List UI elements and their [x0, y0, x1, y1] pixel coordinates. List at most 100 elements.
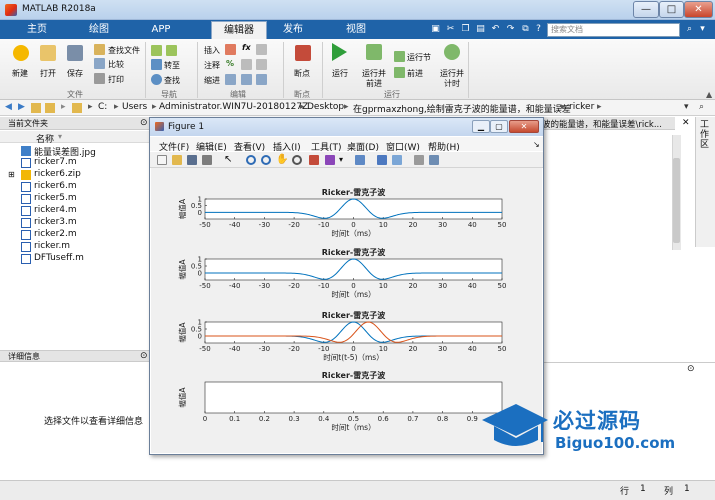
breadcrumb-user[interactable]: Administrator.WIN7U-20180127Z	[159, 102, 308, 112]
brush-icon[interactable]	[325, 155, 335, 165]
hide-plot-tools-icon[interactable]	[414, 155, 424, 165]
indent-button[interactable]: 缩进	[204, 75, 220, 86]
filter-icon[interactable]: ▾	[697, 23, 708, 35]
address-search-icon[interactable]: ⌕	[699, 102, 704, 112]
new-figure-icon[interactable]	[157, 155, 167, 165]
smart-indent-icon[interactable]	[225, 74, 236, 85]
breadcrumb-drive[interactable]: C:	[98, 102, 107, 112]
file-row[interactable]: ricker.m	[0, 241, 150, 253]
run-section-button[interactable]: 运行节	[407, 52, 431, 63]
zoom-out-icon[interactable]	[261, 155, 271, 165]
editor-scrollbar-thumb[interactable]	[673, 158, 680, 243]
colorbar-icon[interactable]	[377, 155, 387, 165]
parent-folder-icon[interactable]	[31, 103, 41, 113]
tab-apps[interactable]: APP	[140, 20, 182, 39]
run-advance-button-line2[interactable]: 前进	[366, 78, 382, 89]
figure-close-button[interactable]: ✕	[509, 120, 539, 133]
run-button[interactable]: 运行	[332, 68, 348, 79]
breadcrumb-project[interactable]: 在gprmaxzhong,绘制雷克子波的能量谱，和能量误差	[353, 102, 571, 115]
comment-toggle-icon[interactable]	[241, 59, 252, 70]
help-icon[interactable]: ?	[533, 23, 544, 35]
print-button[interactable]: 打印	[108, 74, 124, 85]
breadcrumb-users[interactable]: Users	[122, 102, 147, 112]
back-arrow-icon[interactable]: ◀	[5, 102, 12, 112]
tab-publish[interactable]: 发布	[272, 20, 314, 39]
panel-menu-icon[interactable]: ⊙	[140, 118, 148, 128]
figure-minimize-button[interactable]: ▁	[472, 120, 490, 133]
tab-home[interactable]: 主页	[17, 20, 57, 39]
undo-icon[interactable]: ↶	[490, 23, 501, 35]
workspace-label[interactable]: 工作区	[700, 120, 710, 150]
figure-maximize-button[interactable]: ▢	[490, 120, 508, 133]
paste-icon[interactable]: ▤	[475, 23, 486, 35]
open-file-icon[interactable]	[172, 155, 182, 165]
comment-button[interactable]: 注释	[204, 60, 220, 71]
file-row[interactable]: DFTuseff.m	[0, 253, 150, 265]
print-figure-icon[interactable]	[202, 155, 212, 165]
close-button[interactable]: ✕	[684, 1, 713, 18]
percent-icon[interactable]: %	[226, 59, 234, 68]
file-row[interactable]: ricker2.m	[0, 229, 150, 241]
zoom-in-icon[interactable]	[246, 155, 256, 165]
forward-arrow-icon[interactable]: ▶	[18, 102, 25, 112]
switch-windows-icon[interactable]: ⧉	[520, 23, 531, 35]
back-nav-icon[interactable]	[151, 45, 162, 56]
file-row[interactable]: ricker3.m	[0, 217, 150, 229]
goto-button[interactable]: 转至	[164, 60, 180, 71]
figure-dock-icon[interactable]: ↘	[533, 140, 540, 149]
brush-dropdown-icon[interactable]: ▾	[339, 155, 349, 165]
sort-arrow-icon[interactable]: ▾	[58, 132, 62, 141]
file-row[interactable]: ricker7.m	[0, 157, 150, 169]
expand-icon[interactable]: ⊞	[8, 170, 15, 179]
advance-button[interactable]: 前进	[407, 68, 423, 79]
redo-icon[interactable]: ↷	[505, 23, 516, 35]
new-button[interactable]: 新建	[12, 68, 28, 79]
pointer-icon[interactable]: ↖	[224, 155, 234, 165]
file-row[interactable]: ricker6.m	[0, 181, 150, 193]
show-plot-tools-icon[interactable]	[429, 155, 439, 165]
breadcrumb-desktop[interactable]: Desktop	[307, 102, 344, 112]
decrease-indent-icon[interactable]	[256, 74, 267, 85]
file-row[interactable]: 能量误差图.jpg	[0, 145, 150, 158]
details-menu-icon[interactable]: ⊙	[140, 351, 148, 361]
file-row[interactable]: ricker5.m	[0, 193, 150, 205]
file-row[interactable]: ⊞ ricker6.zip	[0, 169, 150, 181]
column-header[interactable]: 名称 ▾	[0, 131, 150, 145]
run-and-time-button-line2[interactable]: 计时	[444, 78, 460, 89]
rotate-3d-icon[interactable]	[292, 155, 302, 165]
tab-editor[interactable]: 编辑器	[211, 21, 267, 39]
tab-view[interactable]: 视图	[335, 20, 377, 39]
column-name[interactable]: 名称	[36, 132, 54, 145]
find-button[interactable]: 查找	[164, 75, 180, 86]
open-button[interactable]: 打开	[40, 68, 56, 79]
address-dropdown-icon[interactable]: ▾	[684, 102, 689, 112]
copy-icon[interactable]: ❐	[460, 23, 471, 35]
save-quick-icon[interactable]: ▣	[430, 23, 441, 35]
collapse-ribbon-icon[interactable]: ▲	[706, 90, 712, 99]
save-button[interactable]: 保存	[67, 68, 83, 79]
file-row[interactable]: ricker4.m	[0, 205, 150, 217]
insert-button[interactable]: 插入	[204, 45, 220, 56]
increase-indent-icon[interactable]	[241, 74, 252, 85]
find-files-button[interactable]: 查找文件	[108, 45, 140, 56]
wrap-comment-icon[interactable]	[256, 59, 267, 70]
compare-button[interactable]: 比较	[108, 59, 124, 70]
breadcrumb-ricker[interactable]: ricker	[569, 102, 594, 112]
fx-icon[interactable]: fx	[242, 43, 251, 52]
forward-nav-icon[interactable]	[166, 45, 177, 56]
cut-icon[interactable]: ✂	[445, 23, 456, 35]
breakpoints-button[interactable]: 断点	[294, 68, 310, 79]
command-window-menu-icon[interactable]: ⊙	[687, 364, 695, 374]
path-dropdown-icon[interactable]: ▸	[61, 102, 66, 112]
minimize-button[interactable]: —	[633, 1, 659, 18]
save-figure-icon[interactable]	[187, 155, 197, 165]
search-icon[interactable]: ⌕	[684, 23, 695, 35]
tab-plots[interactable]: 绘图	[78, 20, 120, 39]
editor-close-icon[interactable]: ✕	[682, 118, 690, 128]
link-plot-icon[interactable]	[355, 155, 365, 165]
insert-function-icon[interactable]	[256, 44, 267, 55]
pan-hand-icon[interactable]: ✋	[276, 155, 288, 165]
data-cursor-icon[interactable]	[309, 155, 319, 165]
browse-folder-icon[interactable]	[45, 103, 55, 113]
search-documentation-input[interactable]: 搜索文档	[547, 23, 680, 37]
